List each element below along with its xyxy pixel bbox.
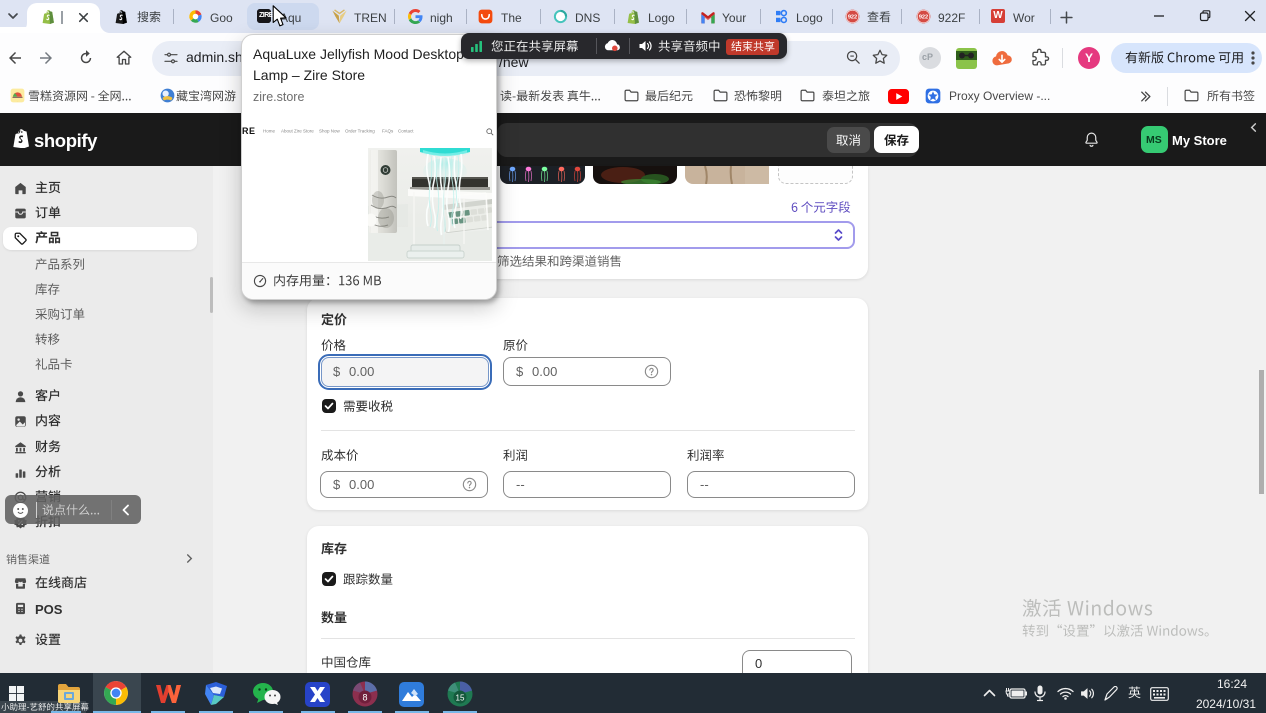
svg-text:8: 8 — [362, 693, 367, 703]
svg-text:922: 922 — [919, 15, 928, 21]
svg-text:15: 15 — [456, 694, 465, 703]
svg-text:922: 922 — [848, 15, 857, 21]
